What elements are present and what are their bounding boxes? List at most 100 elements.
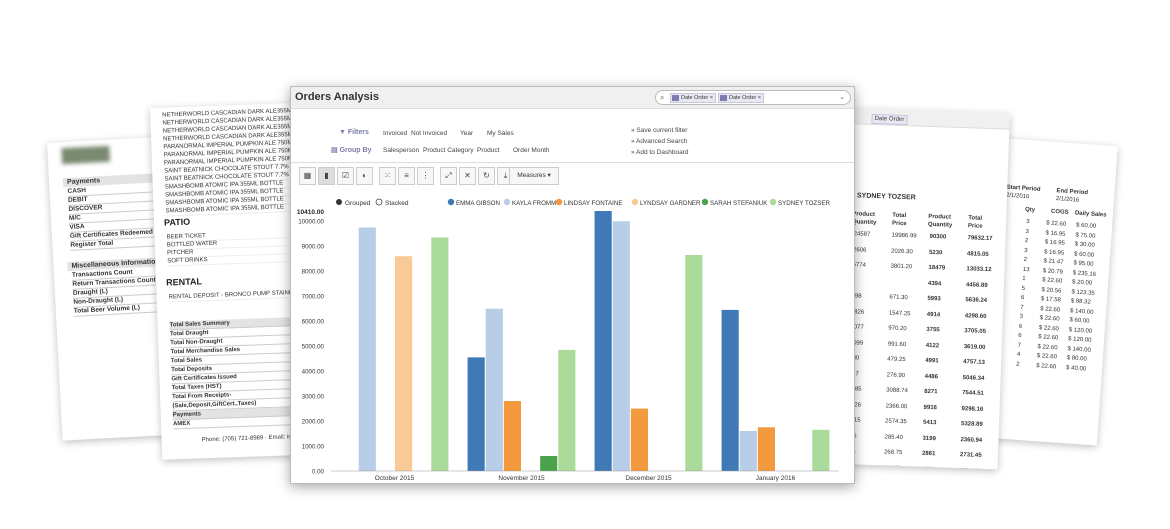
- pivot-cell: 90300: [929, 233, 947, 241]
- check-icon: ☑: [341, 171, 350, 180]
- y-max-label: 10410.00: [297, 209, 324, 216]
- cogs-cell: $ 22.60: [1037, 343, 1058, 352]
- chart-bar: [739, 431, 757, 471]
- cogs-cell: $ 60.00: [1069, 317, 1090, 325]
- groupby-label[interactable]: ▤ Group By: [331, 146, 371, 154]
- pivot-cell: 3088.74: [886, 387, 908, 395]
- filter-year[interactable]: Year: [460, 130, 473, 137]
- grid-button[interactable]: ⁙: [379, 167, 396, 185]
- cogs-cell: $ 80.00: [1066, 355, 1087, 363]
- groupby-order-month[interactable]: Order Month: [513, 147, 550, 154]
- filter-not-invoiced[interactable]: Not Invoiced: [411, 130, 447, 137]
- cogs-cell: $ 22.60: [1041, 277, 1063, 285]
- legend-swatch: [555, 198, 563, 206]
- cogs-cell: $ 20.79: [1042, 267, 1064, 276]
- collapse-button[interactable]: ✕: [459, 167, 476, 185]
- pivot-sheet: Date Order SYDNEY TOZSER Product Quantit…: [835, 108, 1010, 470]
- cogs-cell: 3: [1019, 313, 1024, 321]
- cogs-cell: 2: [1024, 237, 1029, 245]
- cogs-cell: $ 140.00: [1067, 345, 1091, 354]
- groupby-salesperson[interactable]: Salesperson: [383, 147, 419, 154]
- cogs-cell: $ 22.60: [1038, 324, 1060, 333]
- pivot-cell: 3790.80: [959, 467, 981, 470]
- list-button[interactable]: ≡: [398, 167, 415, 185]
- groupby-product[interactable]: Product: [477, 147, 499, 154]
- pivot-cell: 2366.00: [885, 402, 908, 410]
- store-logo: [61, 145, 111, 165]
- cogs-cell: $ 30.00: [1074, 241, 1095, 249]
- pivot-cell: 4815.05: [966, 250, 989, 258]
- search-input[interactable]: ⌕ Date Order × Date Order × ⌄: [655, 90, 851, 105]
- date-order-facet[interactable]: Date Order: [871, 113, 908, 126]
- pivot-cell: 9916: [923, 404, 938, 411]
- col-header-qty-1: Product Quantity: [851, 211, 877, 227]
- table-view-button[interactable]: ▦: [299, 167, 316, 185]
- pivot-cell: 4274: [921, 465, 935, 469]
- cogs-cell: 3: [1024, 247, 1028, 254]
- pivot-cell: 4486: [924, 373, 939, 380]
- start-period-value: 2/1/2016: [1005, 192, 1030, 201]
- pivot-cell: 2026.30: [890, 248, 913, 255]
- search-facet-date-order-2[interactable]: Date Order ×: [718, 93, 764, 103]
- pivot-cell: 4394: [927, 280, 942, 287]
- bar-chart-button[interactable]: ▮: [318, 167, 335, 185]
- x-tick-label: December 2015: [625, 475, 672, 482]
- cogs-cell: $ 16.95: [1043, 248, 1065, 257]
- groupby-icon: ▤: [331, 147, 338, 154]
- orders-analysis-window: Orders Analysis ⌕ Date Order × Date Orde…: [290, 86, 855, 484]
- save-current-filter-link[interactable]: » Save current filter: [631, 127, 687, 134]
- legend-label: SARAH STEFANIUK: [710, 200, 768, 207]
- chart-bar: [431, 237, 449, 471]
- rental-title: RENTAL: [165, 276, 203, 288]
- expand-button[interactable]: ⤢: [440, 167, 457, 185]
- end-period-value: 2/1/2016: [1055, 196, 1080, 204]
- x-tick-label: January 2016: [756, 475, 796, 482]
- cogs-cell: $ 120.00: [1068, 326, 1093, 335]
- pivot-cell: 3705.05: [964, 328, 987, 335]
- chevron-down-icon[interactable]: ⌄: [839, 93, 845, 101]
- stacked-radio[interactable]: [375, 198, 383, 206]
- x-tick-label: October 2015: [375, 475, 415, 482]
- advanced-search-link[interactable]: » Advanced Search: [631, 138, 687, 145]
- measures-dropdown[interactable]: Measures ▾: [509, 167, 559, 185]
- filter-my-sales[interactable]: My Sales: [487, 130, 514, 137]
- pivot-cell: 5230: [928, 249, 943, 256]
- chart-bar: [612, 221, 630, 471]
- y-tick-label: 5000.00: [302, 344, 325, 351]
- filter-invoiced[interactable]: Invoiced: [383, 130, 407, 137]
- add-to-dashboard-link[interactable]: » Add to Dashboard: [631, 149, 688, 156]
- pivot-cell: 2731.45: [959, 452, 982, 459]
- cogs-cell: $ 22.60: [1036, 362, 1057, 370]
- pivot-cell: 4456.89: [965, 281, 988, 289]
- cogs-cell: $ 60.00: [1075, 222, 1097, 230]
- groupby-product-category[interactable]: Product Category: [423, 147, 474, 154]
- cogs-cell: 7: [1020, 304, 1024, 311]
- refresh-button[interactable]: ↻: [478, 167, 495, 185]
- cogs-cell: $ 40.00: [1065, 364, 1087, 373]
- pivot-cell: 4298.60: [964, 312, 987, 320]
- pivot-cell: 3801.20: [890, 263, 913, 271]
- filters-label[interactable]: ▼ Filters: [339, 129, 369, 136]
- pivot-cell: 2861: [921, 450, 936, 458]
- y-tick-label: 4000.00: [302, 369, 325, 376]
- chart-bar: [503, 401, 521, 471]
- cogs-cell: $ 75.00: [1075, 232, 1096, 240]
- facet-icon: [672, 95, 679, 101]
- grid-icon: ⁙: [384, 171, 391, 180]
- cogs-cell: 4: [1016, 351, 1021, 358]
- pivot-cell: 285.40: [884, 433, 903, 441]
- pivot-cell: 24587: [853, 231, 871, 238]
- pivot-cell: 2360.94: [960, 436, 983, 444]
- check-button[interactable]: ☑: [337, 167, 354, 185]
- search-facet-date-order-1[interactable]: Date Order ×: [670, 93, 716, 103]
- columns-button[interactable]: ⋮: [417, 167, 434, 185]
- grouped-radio[interactable]: [336, 199, 342, 205]
- pivot-cell: 18479: [928, 264, 946, 272]
- cogs-cell: 1: [1022, 275, 1026, 283]
- pivot-cell: 4991: [925, 357, 939, 365]
- search-icon[interactable]: ⌕: [660, 93, 664, 103]
- y-tick-label: 2000.00: [302, 419, 325, 426]
- pie-chart-button[interactable]: ◐: [356, 167, 373, 185]
- legend-swatch: [503, 198, 511, 206]
- cogs-cell: $ 123.35: [1071, 288, 1095, 297]
